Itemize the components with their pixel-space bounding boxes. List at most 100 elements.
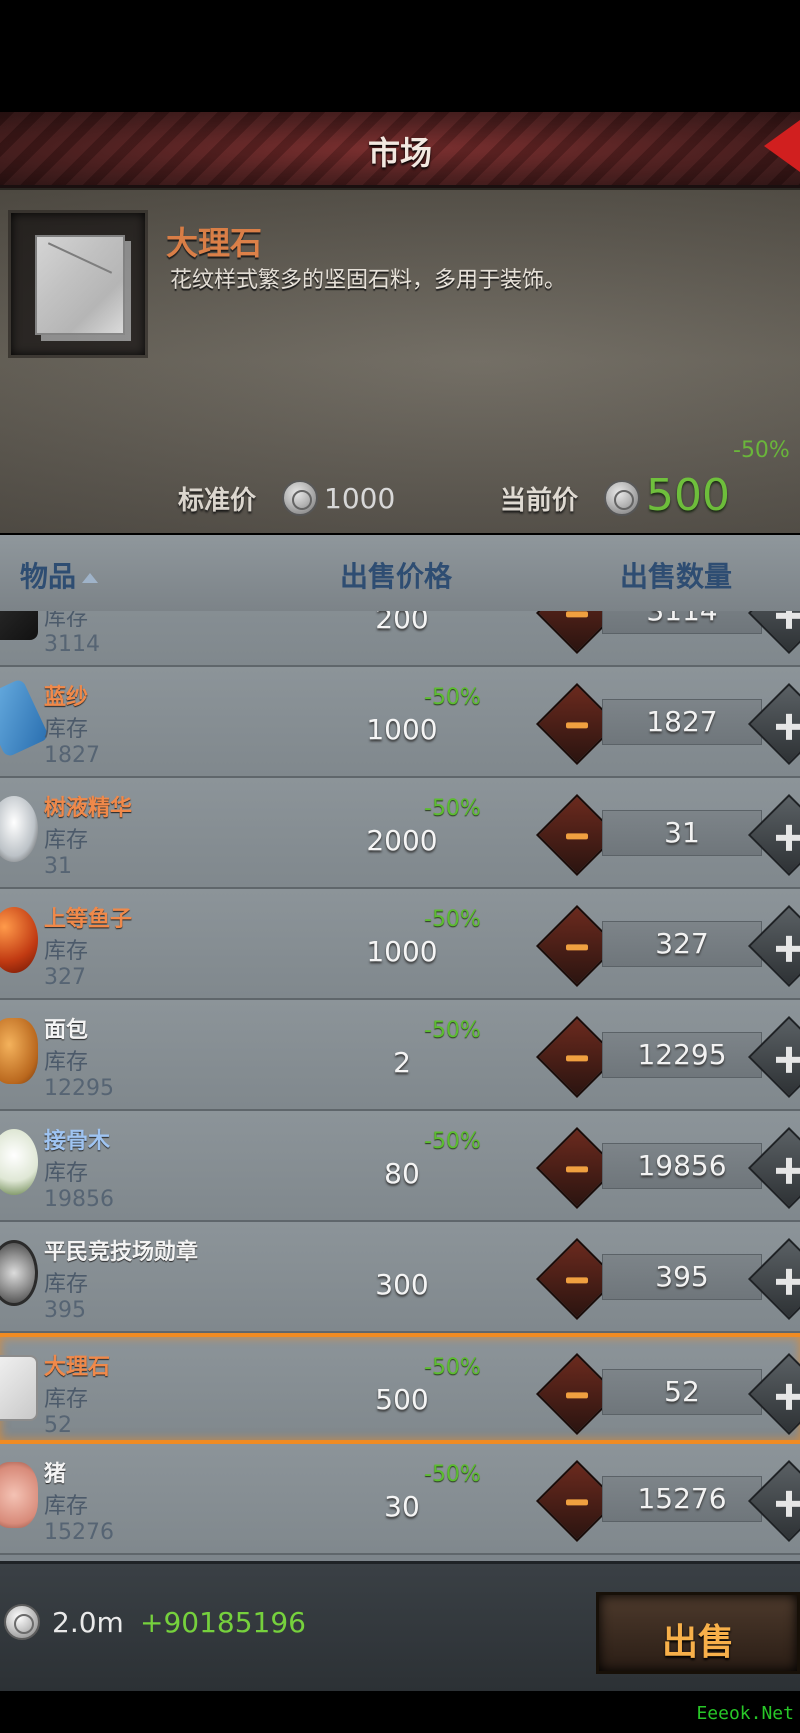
item-detail-panel: 大理石 花纹样式繁多的坚固石料，多用于装饰。 -50% 标准价 1000 当前价… — [0, 188, 800, 533]
sell-price: 2 — [393, 1046, 411, 1079]
list-item[interactable]: 猪 库存 15276 -50% 30 15276 — [0, 1444, 800, 1555]
current-price-value: 500 — [646, 470, 730, 521]
increase-button[interactable] — [747, 1459, 800, 1543]
stock-value: 395 — [44, 1298, 86, 1323]
item-name: 树液精华 — [44, 796, 133, 821]
price-discount: -50% — [424, 1462, 481, 1487]
stock-label: 库存 — [44, 1387, 89, 1412]
standard-price-label: 标准价 — [178, 486, 257, 516]
silver-coin-icon — [604, 480, 640, 516]
blue-yarn-icon — [0, 677, 50, 759]
increase-button[interactable] — [747, 904, 800, 988]
item-name: 大理石 — [44, 1355, 111, 1380]
sell-price: 80 — [384, 1157, 420, 1190]
dark-item-icon — [0, 611, 38, 640]
stock-value: 31 — [44, 854, 72, 879]
list-item[interactable]: 接骨木 库存 19856 -50% 80 19856 — [0, 1111, 800, 1222]
footer-bar: 2.0m +90185196 出售 — [0, 1561, 800, 1691]
item-description: 花纹样式繁多的坚固石料，多用于装饰。 — [170, 268, 567, 293]
standard-price-value: 1000 — [324, 482, 396, 515]
market-header: 市场 — [0, 112, 800, 188]
page-title: 市场 — [367, 134, 432, 172]
status-bar-area — [0, 0, 800, 112]
sell-quantity: 1827 — [646, 705, 718, 738]
list-item[interactable]: 蓝纱 库存 1827 -50% 1000 1827 — [0, 667, 800, 778]
stock-value: 3114 — [44, 632, 100, 657]
column-price-label: 出售价格 — [340, 560, 453, 593]
market-item-list[interactable]: 库存 3114 200 3114 蓝纱 库存 1827 -50% 1000 18… — [0, 611, 800, 1561]
item-image-frame — [8, 210, 148, 358]
marble-icon — [0, 1355, 38, 1421]
increase-button[interactable] — [747, 1352, 800, 1436]
list-item[interactable]: 平民竞技场勋章 库存 395 300 395 — [0, 1222, 800, 1333]
list-item[interactable]: 面包 库存 12295 -50% 2 12295 — [0, 1000, 800, 1111]
sap-bowl-icon — [0, 796, 38, 862]
caviar-icon — [0, 907, 38, 973]
increase-button[interactable] — [747, 1237, 800, 1321]
silver-coin-icon — [4, 1604, 40, 1640]
bottom-bar — [0, 1691, 800, 1733]
back-arrow-icon[interactable] — [764, 120, 800, 172]
price-discount: -50% — [424, 796, 481, 821]
sell-price: 30 — [384, 1490, 420, 1523]
increase-button[interactable] — [747, 682, 800, 766]
stock-label: 库存 — [44, 939, 89, 964]
item-name: 平民竞技场勋章 — [44, 1240, 199, 1265]
current-price-label: 当前价 — [500, 486, 579, 516]
stock-value: 15276 — [44, 1520, 114, 1545]
price-discount: -50% — [424, 1129, 481, 1154]
sell-quantity: 52 — [664, 1375, 700, 1408]
column-item-label: 物品 — [20, 560, 77, 593]
list-item[interactable]: 库存 3114 200 3114 — [0, 611, 800, 667]
stock-value: 1827 — [44, 743, 100, 768]
current-discount: -50% — [733, 438, 790, 463]
watermark: Eeeok.Net — [696, 1703, 794, 1724]
stock-value: 12295 — [44, 1076, 114, 1101]
stock-value: 19856 — [44, 1187, 114, 1212]
item-name: 上等鱼子 — [44, 907, 133, 932]
stock-value: 52 — [44, 1413, 72, 1438]
marble-icon — [35, 235, 125, 335]
silver-balance: 2.0m — [52, 1606, 124, 1639]
sort-ascending-icon — [82, 573, 99, 583]
stock-label: 库存 — [44, 1494, 89, 1519]
sell-quantity: 19856 — [637, 1149, 727, 1182]
sell-quantity: 3114 — [602, 611, 762, 627]
item-name: 面包 — [44, 1018, 89, 1043]
list-item[interactable]: 上等鱼子 库存 327 -50% 1000 327 — [0, 889, 800, 1000]
increase-button[interactable] — [747, 1015, 800, 1099]
item-name: 蓝纱 — [44, 685, 89, 710]
sell-price: 2000 — [366, 824, 438, 857]
sell-price: 200 — [375, 611, 429, 635]
sale-gain: +90185196 — [140, 1606, 306, 1639]
item-name: 猪 — [44, 1462, 67, 1487]
sell-price: 500 — [375, 1383, 429, 1416]
elder-flower-icon — [0, 1129, 38, 1195]
pig-icon — [0, 1462, 38, 1528]
sell-quantity: 31 — [664, 816, 700, 849]
stock-label: 库存 — [44, 1050, 89, 1075]
sell-price: 1000 — [366, 713, 438, 746]
list-item-selected[interactable]: 大理石 库存 52 -50% 500 52 — [0, 1333, 800, 1444]
increase-button[interactable] — [747, 793, 800, 877]
sell-price: 1000 — [366, 935, 438, 968]
list-item[interactable]: 树液精华 库存 31 -50% 2000 31 — [0, 778, 800, 889]
stock-label: 库存 — [44, 611, 89, 631]
price-discount: -50% — [424, 685, 481, 710]
column-quantity-label: 出售数量 — [620, 560, 733, 593]
column-item-sort[interactable]: 物品 — [20, 555, 99, 595]
increase-button[interactable] — [747, 1126, 800, 1210]
bread-icon — [0, 1018, 38, 1084]
sell-button-label: 出售 — [661, 1622, 734, 1663]
sell-quantity: 395 — [655, 1260, 709, 1293]
stock-value: 327 — [44, 965, 86, 990]
column-header: 物品 出售价格 出售数量 — [0, 535, 800, 611]
price-discount: -50% — [424, 1355, 481, 1380]
item-name: 接骨木 — [44, 1129, 111, 1154]
stock-label: 库存 — [44, 828, 89, 853]
sell-button[interactable]: 出售 — [596, 1592, 800, 1674]
silver-coin-icon — [282, 480, 318, 516]
arena-medal-icon — [0, 1240, 38, 1306]
sell-quantity: 15276 — [637, 1482, 727, 1515]
sell-quantity: 327 — [655, 927, 709, 960]
